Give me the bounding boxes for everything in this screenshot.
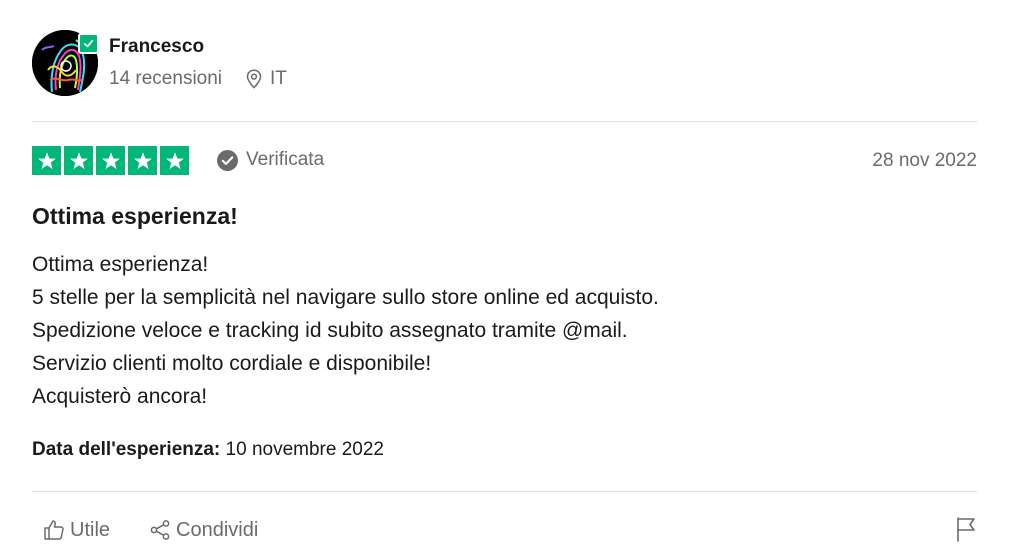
review-title[interactable]: Ottima esperienza!	[32, 203, 238, 230]
reviewer-location: IT	[246, 68, 287, 90]
star-icon	[96, 146, 125, 175]
star-rating	[32, 146, 192, 175]
review-body-line: 5 stelle per la semplicità nel navigare …	[32, 286, 659, 309]
reviewer-country: IT	[270, 68, 287, 89]
rating-row: Verificata 28 nov 2022	[32, 146, 977, 178]
review-body-line: Ottima esperienza!	[32, 253, 209, 276]
reviewer-avatar[interactable]	[32, 30, 99, 96]
verified-check-icon	[217, 149, 238, 171]
star-icon	[160, 146, 189, 175]
reviewer-name[interactable]: Francesco	[109, 36, 204, 58]
share-button[interactable]: Condividi	[148, 518, 258, 542]
reviewer-meta: 14 recensioni IT	[109, 68, 287, 90]
share-label: Condividi	[176, 518, 259, 541]
star-icon	[64, 146, 93, 175]
experience-date-value: 10 novembre 2022	[225, 439, 384, 460]
report-flag-button[interactable]	[955, 516, 977, 547]
check-icon	[83, 39, 94, 48]
useful-label: Utile	[70, 518, 111, 541]
review-date: 28 nov 2022	[872, 150, 977, 171]
star-icon	[128, 146, 157, 175]
verified-label-text: Verificata	[246, 149, 325, 170]
share-icon	[150, 520, 170, 540]
experience-date-label: Data dell'esperienza:	[32, 439, 221, 460]
thumbs-up-icon	[44, 520, 64, 540]
review-body-line: Acquisterò ancora!	[32, 385, 208, 408]
review-actions: Utile Condividi	[32, 512, 977, 548]
header-divider	[32, 121, 977, 122]
verified-user-badge	[78, 33, 99, 54]
star-icon	[32, 146, 61, 175]
reviews-count: 14 recensioni	[109, 68, 223, 89]
flag-icon	[957, 517, 975, 542]
reviewer-header: Francesco 14 recensioni IT	[32, 30, 972, 98]
verified-review-label[interactable]: Verificata	[217, 149, 324, 171]
review-body-line: Spedizione veloce e tracking id subito a…	[32, 319, 628, 342]
useful-button[interactable]: Utile	[42, 518, 110, 542]
footer-divider	[32, 491, 977, 492]
review-body-line: Servizio clienti molto cordiale e dispon…	[32, 352, 432, 375]
experience-date: Data dell'esperienza: 10 novembre 2022	[32, 439, 384, 461]
location-pin-icon	[246, 69, 262, 89]
review-body: Ottima esperienza! 5 stelle per la sempl…	[32, 248, 659, 413]
